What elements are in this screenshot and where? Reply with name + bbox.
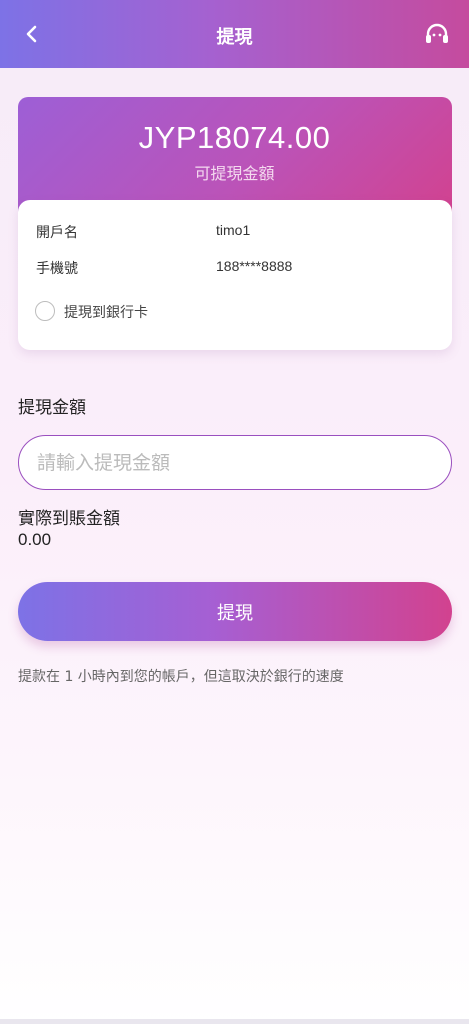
withdraw-note: 提款在 1 小時內到您的帳戶，但這取決於銀行的速度 bbox=[18, 669, 344, 685]
account-name-label: 開戶名 bbox=[36, 225, 78, 241]
customer-service-button[interactable] bbox=[423, 21, 451, 49]
bank-card-radio[interactable] bbox=[35, 301, 55, 321]
actual-amount-value: 0.00 bbox=[18, 530, 52, 549]
withdrawable-balance-label: 可提現金額 bbox=[194, 164, 275, 183]
bank-card-option-label[interactable]: 提現到銀行卡 bbox=[64, 302, 148, 322]
account-info-card: 開戶名 timo1 手機號 188****8888 提現到銀行卡 bbox=[18, 200, 452, 350]
account-name-value: timo1 bbox=[216, 222, 251, 238]
withdrawable-balance: JYP18074.00 bbox=[138, 120, 331, 155]
app-header: 提現 bbox=[0, 0, 469, 68]
actual-amount-label: 實際到賬金額 bbox=[18, 509, 120, 529]
withdraw-amount-label: 提現金額 bbox=[18, 398, 86, 418]
headset-icon bbox=[426, 23, 448, 43]
phone-label: 手機號 bbox=[36, 261, 78, 277]
withdraw-submit-button[interactable]: 提現 bbox=[18, 582, 452, 641]
balance-card bbox=[18, 97, 452, 217]
page-title: 提現 bbox=[216, 27, 253, 48]
bottom-divider bbox=[0, 1019, 469, 1024]
withdraw-amount-input[interactable] bbox=[18, 435, 452, 490]
phone-value: 188****8888 bbox=[216, 258, 293, 274]
